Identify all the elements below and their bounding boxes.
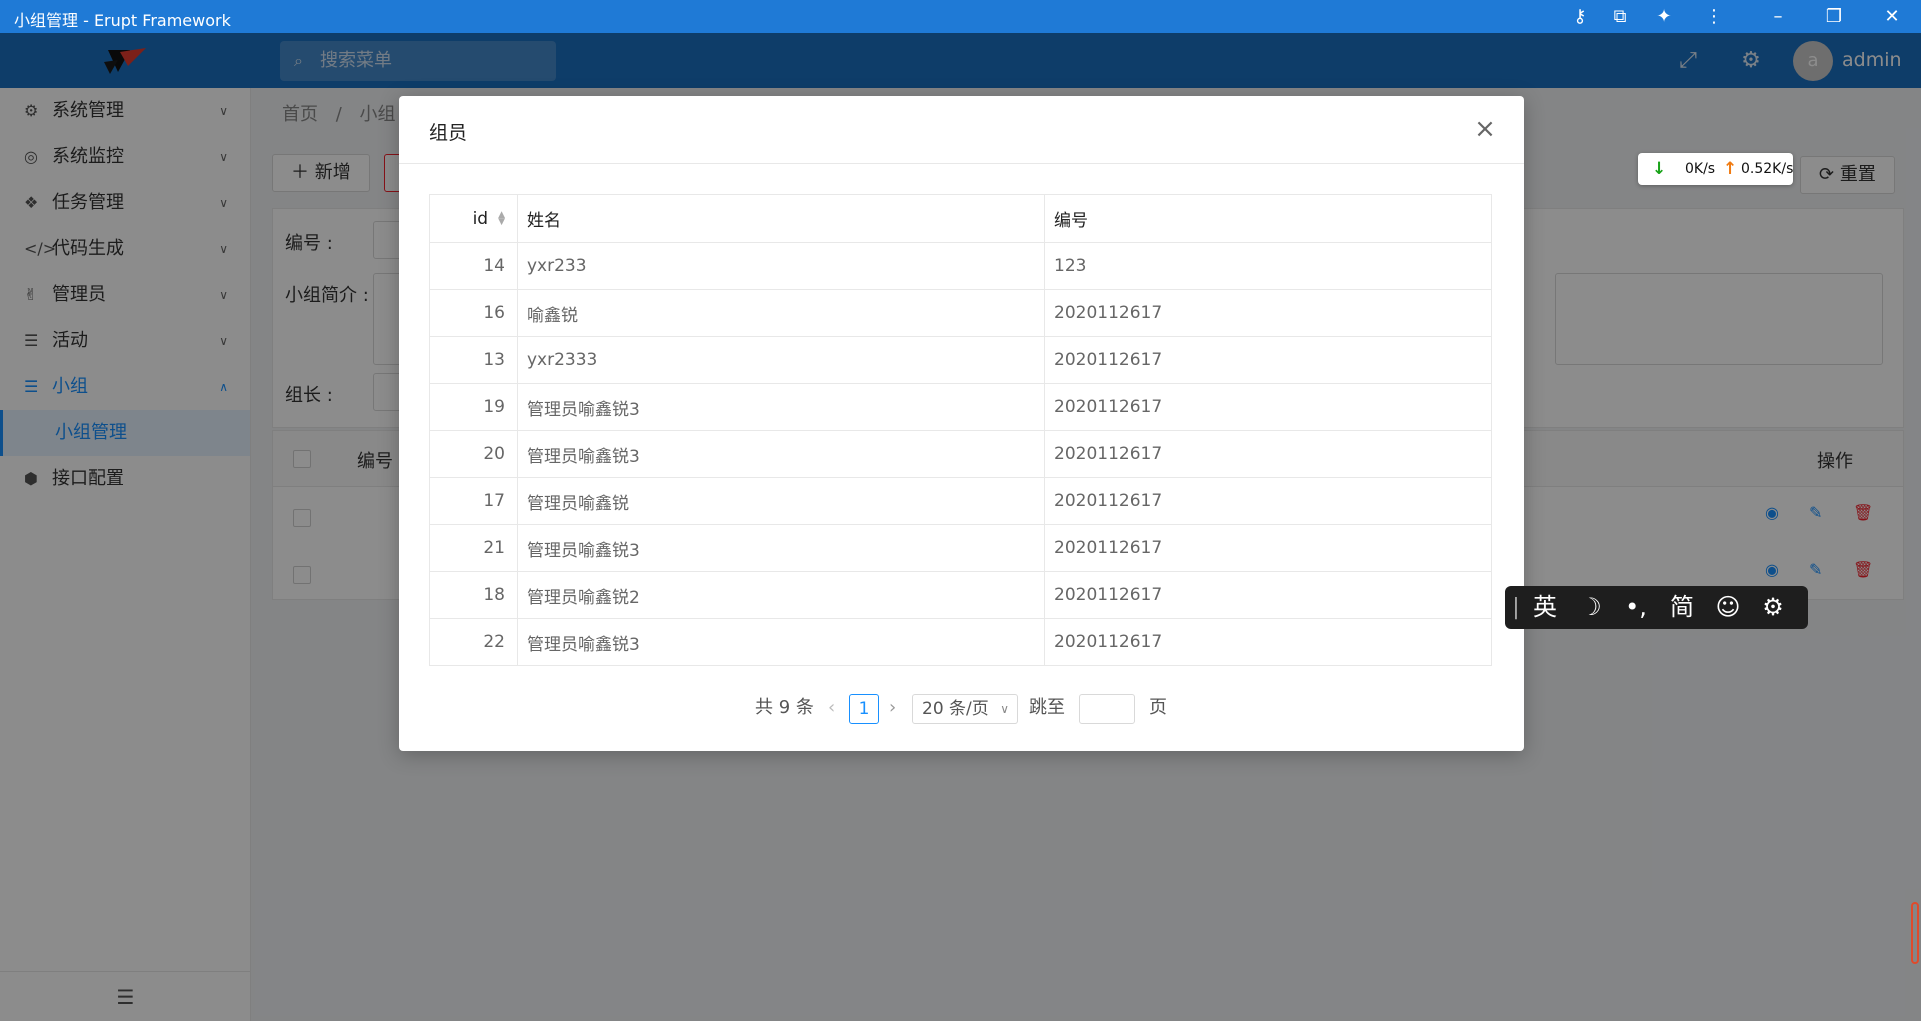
moon-icon[interactable]: ☽	[1573, 586, 1609, 629]
extension-icon[interactable]: ✦	[1652, 5, 1676, 29]
modal-header: 组员 ×	[399, 96, 1524, 164]
row-id: 19	[429, 383, 518, 431]
row-code: 2020112617	[1044, 289, 1492, 337]
row-id: 14	[429, 242, 518, 290]
row-code: 123	[1044, 242, 1492, 290]
table-row[interactable]: 17 管理员喻鑫锐 2020112617	[429, 477, 1492, 525]
drag-handle-icon[interactable]: |	[1507, 586, 1525, 629]
code-column-header: 编号	[1044, 194, 1492, 243]
ime-settings-icon[interactable]: ⚙	[1755, 586, 1791, 629]
ime-lang-toggle[interactable]: 英	[1527, 586, 1563, 629]
key-icon[interactable]: ⚷	[1568, 5, 1592, 29]
close-icon[interactable]: ×	[1468, 112, 1502, 146]
close-window-icon[interactable]: ✕	[1880, 5, 1904, 29]
row-code: 2020112617	[1044, 571, 1492, 619]
id-column-header[interactable]: id ▲ ▼	[429, 194, 518, 243]
network-speed-widget: ↓ 0K/s ↑ 0.52K/s	[1638, 153, 1793, 185]
more-vertical-icon[interactable]: ⋮	[1702, 5, 1726, 29]
row-id: 20	[429, 430, 518, 478]
window-title: 小组管理 - Erupt Framework	[14, 11, 231, 30]
row-name: 管理员喻鑫锐3	[517, 618, 1045, 666]
jump-page-input[interactable]	[1079, 694, 1135, 724]
upload-speed: 0.52K/s	[1741, 161, 1794, 177]
page-size-select[interactable]: 20 条/页 ∨	[912, 694, 1018, 724]
minimize-icon[interactable]: –	[1766, 5, 1790, 29]
row-code: 2020112617	[1044, 524, 1492, 572]
ime-toolbar: | 英 ☽ •, 简 ☺ ⚙	[1505, 586, 1808, 629]
row-name: 管理员喻鑫锐3	[517, 430, 1045, 478]
name-column-header: 姓名	[517, 194, 1045, 243]
row-name: 管理员喻鑫锐	[517, 477, 1045, 525]
row-id: 13	[429, 336, 518, 384]
row-code: 2020112617	[1044, 477, 1492, 525]
arrow-down-icon: ↓	[1652, 159, 1667, 179]
row-name: 管理员喻鑫锐2	[517, 571, 1045, 619]
emoji-icon[interactable]: ☺	[1710, 586, 1746, 629]
sort-icon[interactable]: ▲ ▼	[498, 210, 505, 226]
row-name: 管理员喻鑫锐3	[517, 383, 1045, 431]
row-id: 17	[429, 477, 518, 525]
ime-charset-toggle[interactable]: 简	[1664, 586, 1700, 629]
prev-page-icon[interactable]: ‹	[828, 692, 835, 724]
page-suffix: 页	[1149, 697, 1167, 718]
page-1-button[interactable]: 1	[849, 694, 879, 724]
row-code: 2020112617	[1044, 430, 1492, 478]
download-speed: 0K/s	[1685, 161, 1716, 177]
row-id: 21	[429, 524, 518, 572]
table-row[interactable]: 13 yxr2333 2020112617	[429, 336, 1492, 384]
row-id: 16	[429, 289, 518, 337]
table-row[interactable]: 18 管理员喻鑫锐2 2020112617	[429, 571, 1492, 619]
chevron-down-icon: ∨	[1000, 702, 1009, 716]
modal-title: 组员	[429, 122, 468, 144]
table-row[interactable]: 21 管理员喻鑫锐3 2020112617	[429, 524, 1492, 572]
row-name: 管理员喻鑫锐3	[517, 524, 1045, 572]
members-modal: 组员 × id ▲ ▼ 姓名 编号 14 yxr233 123 16 喻鑫锐 2020112…	[399, 96, 1524, 751]
table-header-row: id ▲ ▼ 姓名 编号	[429, 194, 1492, 243]
pagination: 共 9 条 ‹ 1 › 20 条/页 ∨ 跳至 页	[399, 692, 1524, 724]
translate-icon[interactable]: ⧉	[1608, 5, 1632, 29]
table-row[interactable]: 20 管理员喻鑫锐3 2020112617	[429, 430, 1492, 478]
table-row[interactable]: 16 喻鑫锐 2020112617	[429, 289, 1492, 337]
table-row[interactable]: 14 yxr233 123	[429, 242, 1492, 290]
pagination-total: 共 9 条	[755, 697, 814, 718]
table-row[interactable]: 19 管理员喻鑫锐3 2020112617	[429, 383, 1492, 431]
arrow-up-icon: ↑	[1723, 159, 1738, 179]
next-page-icon[interactable]: ›	[889, 692, 896, 724]
row-id: 22	[429, 618, 518, 666]
members-table: id ▲ ▼ 姓名 编号 14 yxr233 123 16 喻鑫锐 2020112617 1…	[429, 194, 1492, 666]
table-row[interactable]: 22 管理员喻鑫锐3 2020112617	[429, 618, 1492, 666]
row-name: 喻鑫锐	[517, 289, 1045, 337]
row-id: 18	[429, 571, 518, 619]
scrollbar-thumb[interactable]	[1911, 902, 1919, 964]
restore-icon[interactable]: ❐	[1822, 5, 1846, 29]
row-code: 2020112617	[1044, 336, 1492, 384]
jump-label: 跳至	[1029, 697, 1065, 718]
window-titlebar: 小组管理 - Erupt Framework ⚷ ⧉ ✦ ⋮ – ❐ ✕	[0, 0, 1921, 33]
punctuation-icon[interactable]: •,	[1618, 586, 1654, 629]
row-name: yxr2333	[517, 336, 1045, 384]
row-name: yxr233	[517, 242, 1045, 290]
row-code: 2020112617	[1044, 618, 1492, 666]
row-code: 2020112617	[1044, 383, 1492, 431]
